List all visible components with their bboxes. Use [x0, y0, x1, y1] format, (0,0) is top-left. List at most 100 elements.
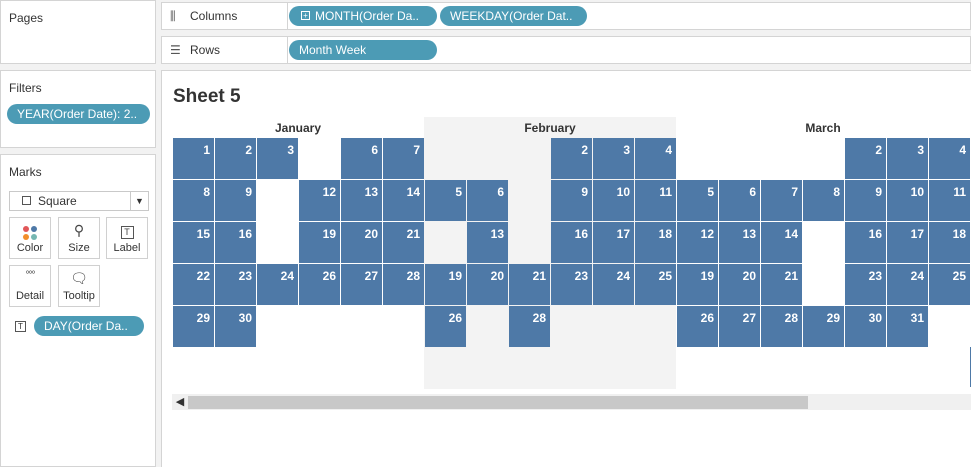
calendar-day-cell[interactable]: 12 [677, 222, 718, 263]
calendar-day-cell[interactable]: 16 [845, 222, 886, 263]
day-label-pill[interactable]: DAY(Order Da.. [34, 316, 144, 336]
calendar-day-cell[interactable]: 25 [635, 264, 676, 305]
tooltip-button[interactable]: 🗨 Tooltip [58, 265, 100, 307]
label-button[interactable]: T Label [106, 217, 148, 259]
calendar-day-cell[interactable]: 23 [551, 264, 592, 305]
calendar-day-cell[interactable]: 18 [635, 222, 676, 263]
year-filter-pill[interactable]: YEAR(Order Date): 2.. [7, 104, 150, 124]
calendar-day-cell[interactable]: 25 [929, 264, 970, 305]
calendar-day-cell[interactable]: 16 [215, 222, 256, 263]
chevron-down-icon[interactable]: ▼ [130, 192, 148, 210]
calendar-day-cell[interactable]: 24 [257, 264, 298, 305]
calendar-day-cell[interactable]: 27 [341, 264, 382, 305]
calendar-day-cell[interactable]: 2 [551, 138, 592, 179]
calendar-day-cell[interactable]: 20 [467, 264, 508, 305]
calendar-day-cell[interactable]: 16 [551, 222, 592, 263]
calendar-day-cell[interactable]: 14 [383, 180, 424, 221]
filters-card[interactable]: Filters YEAR(Order Date): 2.. [0, 70, 156, 148]
calendar-day-cell[interactable]: 27 [719, 306, 760, 347]
calendar-day-cell[interactable]: 9 [215, 180, 256, 221]
calendar-day-cell[interactable]: 26 [425, 306, 466, 347]
calendar-day-cell[interactable]: 20 [719, 264, 760, 305]
calendar-day-cell[interactable]: 11 [635, 180, 676, 221]
calendar-day-cell[interactable]: 28 [509, 306, 550, 347]
calendar-day-cell[interactable]: 13 [719, 222, 760, 263]
calendar-day-cell[interactable]: 7 [761, 180, 802, 221]
calendar-day-cell[interactable]: 17 [593, 222, 634, 263]
calendar-day-cell[interactable]: 4 [635, 138, 676, 179]
calendar-day-cell[interactable]: 8 [173, 180, 214, 221]
calendar-day-cell[interactable]: 24 [887, 264, 928, 305]
horizontal-scrollbar[interactable]: ◀ [172, 394, 971, 410]
expand-plus-icon[interactable]: + [301, 11, 310, 20]
calendar-day-cell[interactable]: 13 [467, 222, 508, 263]
calendar-day-cell[interactable]: 19 [677, 264, 718, 305]
detail-button[interactable]: °°° Detail [9, 265, 51, 307]
calendar-day-cell[interactable]: 17 [887, 222, 928, 263]
calendar-day-cell[interactable]: 24 [593, 264, 634, 305]
size-icon: ⚲ [73, 222, 85, 238]
calendar-day-cell[interactable]: 3 [593, 138, 634, 179]
calendar-day-cell[interactable]: 18 [929, 222, 970, 263]
calendar-day-cell[interactable]: 22 [173, 264, 214, 305]
marks-title: Marks [9, 165, 42, 179]
calendar-day-cell[interactable]: 9 [845, 180, 886, 221]
rows-shelf[interactable]: ☰ Rows Month Week [161, 36, 971, 64]
month-week-row-pill[interactable]: Month Week [289, 40, 437, 60]
calendar-day-cell[interactable]: 10 [887, 180, 928, 221]
calendar-day-cell[interactable]: 21 [509, 264, 550, 305]
size-button[interactable]: ⚲ Size [58, 217, 100, 259]
label-label: Label [113, 242, 141, 254]
calendar-day-cell[interactable]: 23 [215, 264, 256, 305]
calendar-day-cell[interactable]: 30 [845, 306, 886, 347]
scroll-left-arrow-icon[interactable]: ◀ [172, 394, 188, 410]
calendar-day-cell[interactable]: 26 [299, 264, 340, 305]
calendar-day-cell[interactable]: 6 [341, 138, 382, 179]
weekday-column-pill[interactable]: WEEKDAY(Order Dat.. [440, 6, 587, 26]
calendar-day-cell[interactable]: 21 [383, 222, 424, 263]
calendar-day-cell[interactable]: 26 [677, 306, 718, 347]
calendar-day-cell[interactable]: 28 [761, 306, 802, 347]
color-button[interactable]: Color [9, 217, 51, 259]
columns-shelf[interactable]: ⫼ Columns + MONTH(Order Da.. WEEKDAY(Orde… [161, 2, 971, 30]
calendar-day-cell[interactable]: 14 [761, 222, 802, 263]
columns-label-text: Columns [190, 9, 238, 23]
calendar-day-cell[interactable]: 19 [425, 264, 466, 305]
month-header-march: March [805, 121, 841, 135]
calendar-day-cell[interactable]: 12 [299, 180, 340, 221]
calendar-day-cell[interactable]: 8 [803, 180, 844, 221]
scroll-thumb[interactable] [188, 396, 808, 409]
calendar-day-cell[interactable]: 4 [929, 138, 970, 179]
calendar-day-cell[interactable]: 10 [593, 180, 634, 221]
calendar-day-cell[interactable]: 2 [845, 138, 886, 179]
calendar-day-cell[interactable]: 3 [887, 138, 928, 179]
calendar-day-cell[interactable]: 23 [845, 264, 886, 305]
tableau-workspace: Pages Filters YEAR(Order Date): 2.. Mark… [0, 0, 971, 467]
calendar-day-cell[interactable]: 19 [299, 222, 340, 263]
calendar-day-cell[interactable]: 15 [173, 222, 214, 263]
calendar-day-cell[interactable]: 5 [677, 180, 718, 221]
mark-type-dropdown[interactable]: Square ▼ [9, 191, 149, 211]
tooltip-label: Tooltip [63, 290, 95, 302]
calendar-day-cell[interactable]: 3 [257, 138, 298, 179]
calendar-day-cell[interactable]: 7 [383, 138, 424, 179]
calendar-day-cell[interactable]: 30 [215, 306, 256, 347]
pages-card[interactable]: Pages [0, 0, 156, 64]
calendar-day-cell[interactable]: 6 [467, 180, 508, 221]
calendar-day-cell[interactable]: 5 [425, 180, 466, 221]
calendar-day-cell[interactable]: 20 [341, 222, 382, 263]
calendar-day-cell[interactable]: 1 [173, 138, 214, 179]
calendar-day-cell[interactable]: 6 [719, 180, 760, 221]
color-icon [10, 218, 50, 242]
month-column-pill[interactable]: + MONTH(Order Da.. [289, 6, 437, 26]
calendar-day-cell[interactable]: 28 [383, 264, 424, 305]
calendar-day-cell[interactable]: 21 [761, 264, 802, 305]
calendar-day-cell[interactable]: 29 [803, 306, 844, 347]
calendar-day-cell[interactable]: 9 [551, 180, 592, 221]
calendar-day-cell[interactable]: 29 [173, 306, 214, 347]
calendar-day-cell[interactable]: 11 [929, 180, 970, 221]
calendar-day-cell[interactable]: 13 [341, 180, 382, 221]
calendar-day-cell[interactable]: 2 [215, 138, 256, 179]
calendar-day-cell[interactable]: 31 [887, 306, 928, 347]
detail-label: Detail [15, 290, 45, 302]
